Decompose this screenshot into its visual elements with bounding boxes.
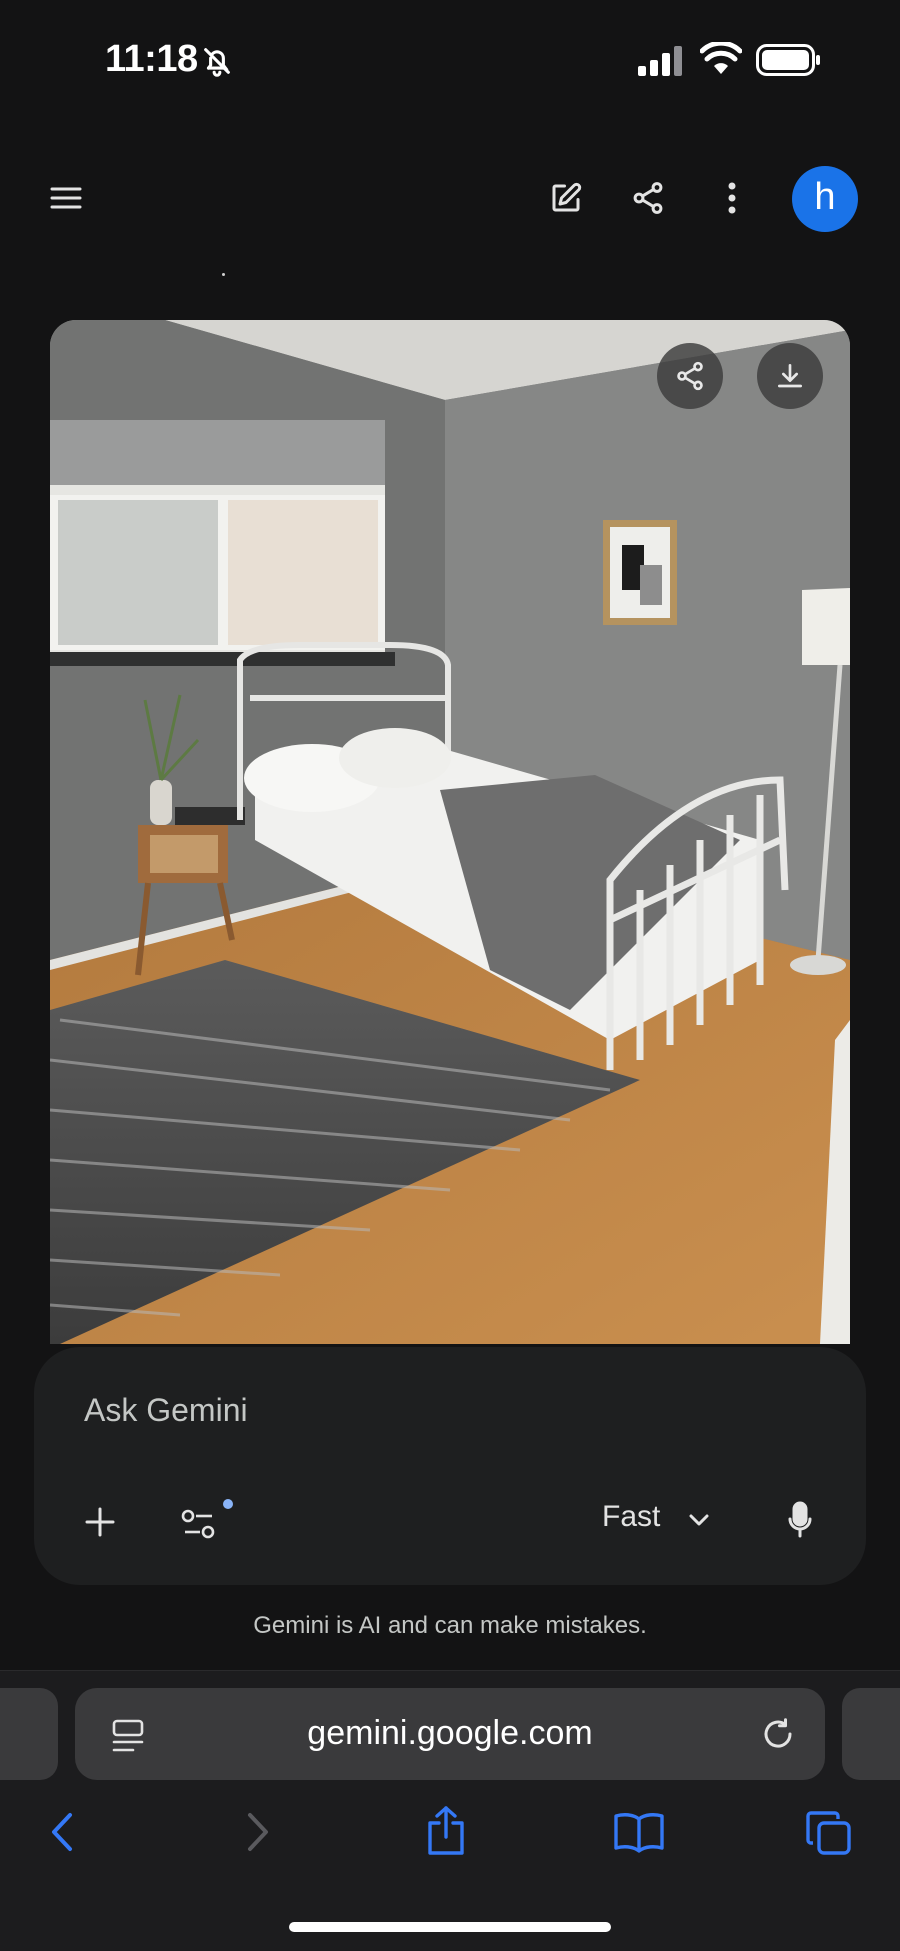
- share-icon: [677, 361, 703, 391]
- signal-icon: [638, 46, 684, 76]
- image-share-button[interactable]: [657, 343, 723, 409]
- next-tab-preview[interactable]: [842, 1688, 900, 1780]
- divider-dot: [222, 273, 225, 276]
- share-icon[interactable]: [628, 178, 668, 218]
- disclaimer-text: Gemini is AI and can make mistakes.: [253, 1612, 647, 1639]
- forward-icon: [236, 1810, 280, 1854]
- avatar-initial: h: [814, 175, 836, 218]
- tabs-icon[interactable]: [804, 1808, 854, 1858]
- share-icon[interactable]: [422, 1804, 470, 1858]
- plus-icon[interactable]: [80, 1502, 120, 1542]
- status-time: 11:18: [105, 38, 198, 80]
- generated-image[interactable]: [50, 320, 850, 1344]
- battery-icon: [756, 44, 822, 76]
- prompt-card: [34, 1347, 866, 1585]
- tools-icon[interactable]: [180, 1498, 234, 1542]
- mode-selector-label[interactable]: Fast: [602, 1500, 660, 1534]
- more-vert-icon[interactable]: [712, 178, 752, 218]
- avatar[interactable]: h: [792, 166, 858, 232]
- mic-icon[interactable]: [782, 1498, 818, 1542]
- edit-icon[interactable]: [546, 178, 586, 218]
- reload-icon[interactable]: [758, 1714, 798, 1754]
- url-text: gemini.google.com: [307, 1714, 593, 1752]
- home-indicator[interactable]: [289, 1922, 611, 1932]
- wifi-icon: [700, 42, 742, 76]
- prompt-input[interactable]: Ask Gemini: [84, 1392, 248, 1429]
- bell-slash-icon: [200, 44, 234, 78]
- menu-icon[interactable]: [44, 176, 88, 220]
- back-icon[interactable]: [40, 1810, 84, 1854]
- download-icon: [778, 364, 802, 388]
- previous-tab-preview[interactable]: [0, 1688, 58, 1780]
- chevron-down-icon[interactable]: [684, 1505, 714, 1535]
- bookmarks-icon[interactable]: [612, 1810, 666, 1854]
- image-download-button[interactable]: [757, 343, 823, 409]
